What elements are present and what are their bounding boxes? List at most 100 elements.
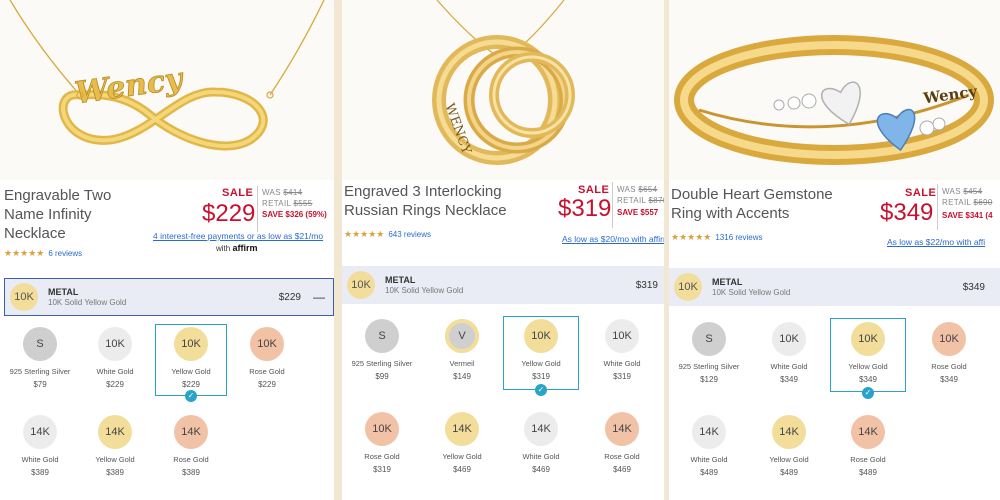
metal-selection: 10K Solid Yellow Gold [48, 298, 127, 307]
metal-swatch: 10K [524, 319, 558, 353]
metal-swatch: S [23, 327, 57, 361]
rating-row[interactable]: ★★★★★ 1316 reviews [671, 232, 762, 243]
metal-swatch: 14K [174, 415, 208, 449]
metal-option[interactable]: S 925 Sterling Silver $79 [5, 327, 75, 389]
metal-swatch: V [445, 319, 479, 353]
infinity-necklace-image: Wency [9, 0, 325, 151]
sale-label: SALE [222, 187, 254, 199]
savings-label: SAVE $341 (4 [942, 211, 993, 220]
metal-badge: 10K [10, 283, 38, 311]
metal-option[interactable]: 10K White Gold $319 [587, 319, 657, 381]
metal-option-selected[interactable]: 10K Yellow Gold $229 [156, 327, 226, 389]
metal-swatch: 14K [772, 415, 806, 449]
review-count-link[interactable]: 1316 reviews [715, 233, 762, 242]
was-price: WAS $454 [942, 187, 983, 196]
metal-option[interactable]: S 925 Sterling Silver $99 [347, 319, 417, 381]
metal-selector-header[interactable]: 10K METAL 10K Solid Yellow Gold $319 [342, 266, 664, 304]
metal-option[interactable]: 14K Yellow Gold $469 [427, 412, 497, 474]
star-rating-icon: ★★★★★ [671, 232, 712, 242]
rating-row[interactable]: ★★★★★ 643 reviews [344, 229, 431, 240]
product-image-russian-rings[interactable]: WENCY [342, 0, 664, 180]
metal-selector-header[interactable]: 10K METAL 10K Solid Yellow Gold $229 — [4, 278, 334, 316]
savings-label: SAVE $326 (59%) [262, 210, 327, 219]
price-divider [612, 182, 613, 228]
metal-selector-header[interactable]: 10K METAL 10K Solid Yellow Gold $349 [669, 268, 1000, 306]
metal-swatch: 10K [605, 319, 639, 353]
review-count-link[interactable]: 6 reviews [48, 249, 82, 258]
metal-swatch: 14K [23, 415, 57, 449]
svg-text:Wency: Wency [73, 61, 187, 111]
metal-badge: 10K [347, 271, 375, 299]
product-card-double-heart-ring: Wency Double Heart Gemstone Ring with Ac… [669, 0, 1000, 500]
metal-option[interactable]: 14K White Gold $469 [506, 412, 576, 474]
sale-price: $349 [880, 199, 934, 226]
metal-option[interactable]: V Vermeil $149 [427, 319, 497, 381]
metal-swatch: 14K [605, 412, 639, 446]
selected-check-icon: ✓ [862, 387, 874, 399]
metal-swatch: 14K [524, 412, 558, 446]
metal-title: METAL [48, 287, 79, 297]
star-rating-icon: ★★★★★ [4, 248, 45, 258]
affirm-financing-link[interactable]: As low as $22/mo with affi [887, 237, 985, 247]
metal-option[interactable]: 10K White Gold $349 [754, 322, 824, 384]
product-card-russian-rings-necklace: WENCY Engraved 3 Interlocking Russian Ri… [342, 0, 664, 500]
metal-swatch: 14K [851, 415, 885, 449]
affirm-financing-link[interactable]: 4 interest-free payments or as low as $2… [153, 231, 323, 241]
metal-swatch: 10K [932, 322, 966, 356]
metal-option[interactable]: 10K Rose Gold $319 [347, 412, 417, 474]
metal-title: METAL [712, 277, 743, 287]
svg-text:Wency: Wency [921, 82, 979, 108]
metal-option[interactable]: 14K Yellow Gold $489 [754, 415, 824, 477]
metal-swatch: 14K [445, 412, 479, 446]
sale-label: SALE [905, 187, 937, 199]
metal-swatch: 14K [692, 415, 726, 449]
product-title[interactable]: Engravable Two Name Infinity Necklace [4, 186, 154, 243]
sale-price: $319 [558, 195, 612, 222]
metal-swatch: 14K [98, 415, 132, 449]
double-heart-ring-image: Wency [674, 35, 994, 165]
metal-option[interactable]: 10K Rose Gold $349 [914, 322, 984, 384]
metal-option[interactable]: 14K White Gold $489 [674, 415, 744, 477]
metal-selection: 10K Solid Yellow Gold [385, 286, 464, 295]
metal-option[interactable]: 14K Rose Gold $389 [156, 415, 226, 477]
was-price: WAS $414 [262, 188, 303, 197]
metal-selection: 10K Solid Yellow Gold [712, 288, 791, 297]
metal-swatch: 10K [365, 412, 399, 446]
price-divider [937, 184, 938, 230]
metal-option[interactable]: 14K Rose Gold $489 [833, 415, 903, 477]
star-rating-icon: ★★★★★ [344, 229, 385, 239]
retail-price: RETAIL $690 [942, 198, 993, 207]
metal-option-selected[interactable]: 10K Yellow Gold $319 [506, 319, 576, 381]
sale-price: $229 [202, 200, 256, 227]
metal-option[interactable]: S 925 Sterling Silver $129 [674, 322, 744, 384]
metal-option-selected[interactable]: 10K Yellow Gold $349 [833, 322, 903, 384]
metal-option[interactable]: 14K White Gold $389 [5, 415, 75, 477]
metal-swatch: S [692, 322, 726, 356]
russian-rings-necklace-image: WENCY [432, 0, 575, 165]
metal-option[interactable]: 14K Yellow Gold $389 [80, 415, 150, 477]
metal-title: METAL [385, 275, 416, 285]
metal-option[interactable]: 10K White Gold $229 [80, 327, 150, 389]
product-image-infinity-necklace[interactable]: Wency [0, 0, 334, 180]
product-image-double-heart-ring[interactable]: Wency [669, 0, 1000, 180]
metal-price: $349 [962, 281, 985, 293]
affirm-logo[interactable]: with affirm [216, 243, 257, 253]
metal-swatch: 10K [98, 327, 132, 361]
metal-option[interactable]: 14K Rose Gold $469 [587, 412, 657, 474]
product-title[interactable]: Engraved 3 Interlocking Russian Rings Ne… [344, 182, 514, 220]
metal-badge: 10K [674, 273, 702, 301]
metal-swatch: 10K [174, 327, 208, 361]
retail-price: RETAIL $555 [262, 199, 313, 208]
metal-swatch: 10K [851, 322, 885, 356]
product-title[interactable]: Double Heart Gemstone Ring with Accents [671, 185, 841, 223]
affirm-financing-link[interactable]: As low as $20/mo with affirm [562, 234, 664, 244]
selected-check-icon: ✓ [185, 390, 197, 402]
metal-price: $319 [635, 279, 658, 291]
collapse-icon[interactable]: — [313, 290, 325, 304]
metal-price: $229 [278, 291, 301, 303]
review-count-link[interactable]: 643 reviews [388, 230, 431, 239]
metal-option[interactable]: 10K Rose Gold $229 [232, 327, 302, 389]
price-divider [257, 186, 258, 232]
rating-row[interactable]: ★★★★★ 6 reviews [4, 248, 82, 259]
metal-swatch: 10K [250, 327, 284, 361]
